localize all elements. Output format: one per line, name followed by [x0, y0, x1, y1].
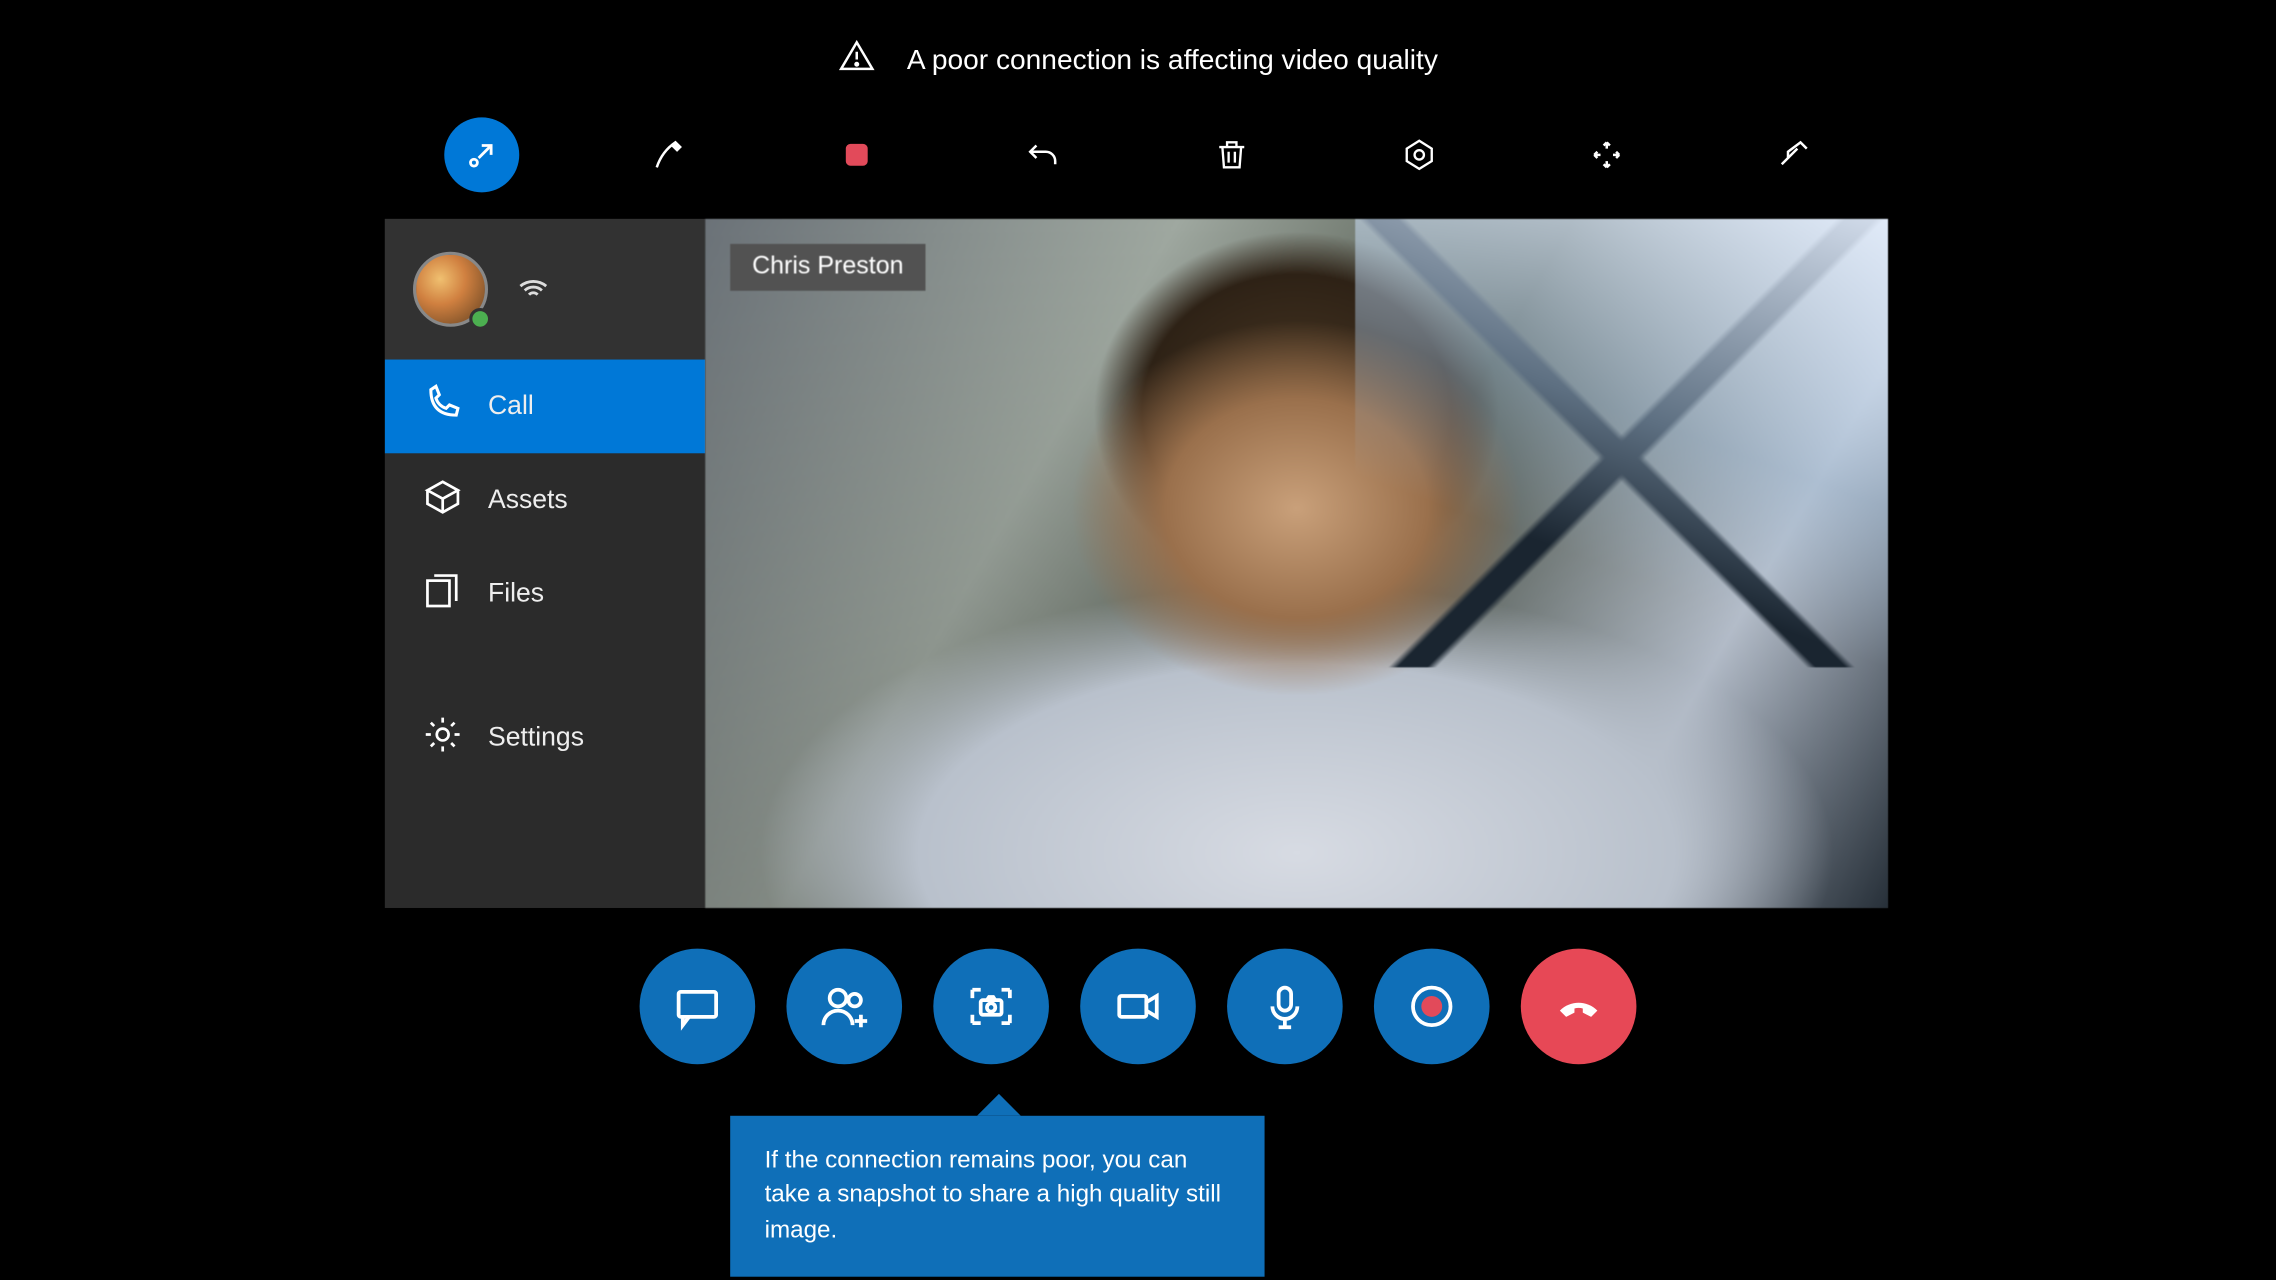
- sidebar-item-label: Settings: [488, 722, 584, 753]
- gear-icon: [422, 713, 463, 761]
- hangup-button[interactable]: [1521, 949, 1637, 1065]
- undo-button[interactable]: [1007, 117, 1082, 192]
- chat-button[interactable]: [640, 949, 756, 1065]
- warning-icon: [838, 38, 876, 83]
- sidebar: Call Assets: [385, 219, 705, 908]
- presence-dot: [469, 308, 491, 330]
- annotation-toolbar: [1, 117, 2276, 192]
- sidebar-item-files[interactable]: Files: [385, 547, 705, 641]
- sidebar-item-call[interactable]: Call: [385, 360, 705, 454]
- connection-warning-bar: A poor connection is affecting video qua…: [1, 38, 2276, 83]
- microphone-button[interactable]: [1227, 949, 1343, 1065]
- user-avatar[interactable]: [413, 252, 488, 327]
- sidebar-item-settings[interactable]: Settings: [385, 691, 705, 785]
- wifi-icon: [516, 268, 550, 310]
- video-feed: Chris Preston: [705, 219, 1888, 908]
- video-button[interactable]: [1080, 949, 1196, 1065]
- sidebar-item-assets[interactable]: Assets: [385, 453, 705, 547]
- participant-name-tag: Chris Preston: [730, 244, 925, 291]
- trash-button[interactable]: [1194, 117, 1269, 192]
- warning-text: A poor connection is affecting video qua…: [907, 44, 1438, 77]
- tip-text: If the connection remains poor, you can …: [765, 1147, 1221, 1244]
- pointer-collapse-button[interactable]: [444, 117, 519, 192]
- phone-icon: [422, 382, 463, 430]
- app-window: Call Assets: [385, 219, 1888, 908]
- snapshot-tip: If the connection remains poor, you can …: [730, 1094, 1264, 1277]
- sidebar-header: [385, 219, 705, 360]
- files-icon: [422, 570, 463, 618]
- add-participant-button[interactable]: [786, 949, 902, 1065]
- sidebar-item-label: Files: [488, 578, 544, 609]
- sidebar-item-label: Call: [488, 391, 534, 422]
- call-controls: [1, 949, 2276, 1065]
- sidebar-item-label: Assets: [488, 485, 568, 516]
- box-icon: [422, 476, 463, 524]
- stop-record-button[interactable]: [819, 117, 894, 192]
- snapshot-button[interactable]: [933, 949, 1049, 1065]
- participant-name: Chris Preston: [752, 253, 903, 280]
- pen-button[interactable]: [632, 117, 707, 192]
- pin-button[interactable]: [1757, 117, 1832, 192]
- sidebar-nav: Call Assets: [385, 360, 705, 908]
- record-button[interactable]: [1374, 949, 1490, 1065]
- shape-button[interactable]: [1382, 117, 1457, 192]
- expand-button[interactable]: [1569, 117, 1644, 192]
